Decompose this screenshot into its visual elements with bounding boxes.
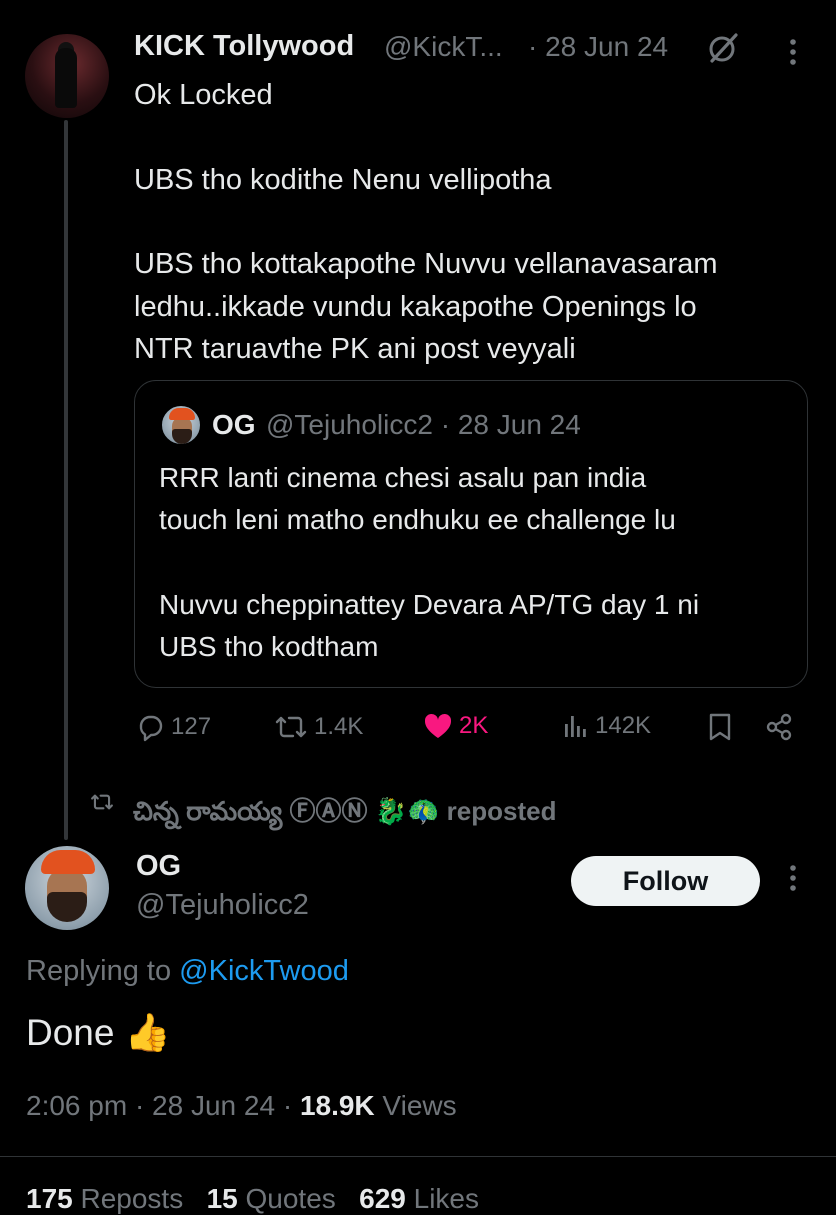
og-avatar[interactable] <box>25 846 109 930</box>
quote-line: touch leni matho endhuku ee challenge lu <box>159 504 676 535</box>
bookmark-button[interactable] <box>707 712 733 742</box>
reply-views-count: 18.9K <box>299 1090 375 1121</box>
reply-timestamp[interactable]: 2:06 pm · 28 Jun 24 · <box>26 1090 300 1121</box>
reply-author-name[interactable]: OG <box>136 850 181 883</box>
repost-button[interactable]: 1.4K <box>274 712 363 742</box>
quoted-tweet-body: RRR lanti cinema chesi asalu pan india t… <box>159 457 799 668</box>
kick-tollywood-avatar[interactable] <box>25 34 109 118</box>
reposted-by-banner[interactable]: చిన్న రామయ్య ⒻⒶⓃ 🐉🦚 reposted <box>133 791 556 833</box>
quote-line: UBS tho kodtham <box>159 631 379 662</box>
more-options-icon[interactable] <box>779 862 807 894</box>
thread-connector-line <box>64 120 68 840</box>
replying-to-line: Replying to @KickTwood <box>26 955 349 988</box>
reposts-stat[interactable]: 175 Reposts <box>26 1183 183 1214</box>
tweet-line: UBS tho kottakapothe Nuvvu vellanavasara… <box>134 248 718 280</box>
views-chart-icon <box>563 712 589 740</box>
bookmark-icon <box>707 712 733 742</box>
quoted-author-avatar <box>160 404 202 446</box>
tweet-line: NTR taruavthe PK ani post veyyali <box>134 333 576 365</box>
reply-author-handle[interactable]: @Tejuholicc2 <box>136 889 309 922</box>
replying-to-link[interactable]: @KickTwood <box>179 955 349 987</box>
likes-stat-count: 629 <box>359 1183 406 1214</box>
reply-views-label: Views <box>374 1090 457 1121</box>
follow-button[interactable]: Follow <box>571 856 760 906</box>
reposts-stat-count: 175 <box>26 1183 73 1214</box>
tweet-line: Ok Locked <box>134 79 273 111</box>
quote-line: Nuvvu cheppinattey Devara AP/TG day 1 ni <box>159 589 700 620</box>
views-button[interactable]: 142K <box>563 712 651 740</box>
replying-prefix: Replying to <box>26 955 180 987</box>
quotes-stat-label: Quotes <box>237 1183 336 1214</box>
share-icon <box>764 712 794 742</box>
heart-icon <box>423 712 453 740</box>
like-button[interactable]: 2K <box>423 712 488 740</box>
repost-indicator-icon <box>90 790 114 814</box>
quote-line: RRR lanti cinema chesi asalu pan india <box>159 462 647 493</box>
divider <box>0 1156 836 1157</box>
like-count: 2K <box>459 712 489 739</box>
tweet-date[interactable]: · 28 Jun 24 <box>528 31 668 63</box>
tweet-author-name[interactable]: KICK Tollywood <box>134 30 354 63</box>
share-button[interactable] <box>764 712 794 742</box>
views-count: 142K <box>595 712 652 739</box>
tweet-line: ledhu..ikkade vundu kakapothe Openings l… <box>134 290 697 323</box>
quotes-stat-count: 15 <box>206 1183 238 1214</box>
reply-meta: 2:06 pm · 28 Jun 24 · 18.9K Views <box>26 1090 457 1122</box>
engagement-stats: 175 Reposts 15 Quotes 629 Likes <box>26 1183 479 1215</box>
reply-count: 127 <box>171 713 212 740</box>
grok-icon[interactable] <box>706 31 740 65</box>
likes-stat[interactable]: 629 Likes <box>359 1183 479 1214</box>
repost-count: 1.4K <box>314 713 364 740</box>
quoted-author-handle-date: @Tejuholicc2 · 28 Jun 24 <box>266 409 581 440</box>
quoted-author-name: OG <box>212 409 256 440</box>
repost-icon <box>274 712 308 742</box>
tweet-author-handle[interactable]: @KickT... <box>384 31 503 63</box>
reply-icon <box>135 712 165 742</box>
reposts-stat-label: Reposts <box>72 1183 184 1214</box>
reply-body: Done 👍 <box>26 1012 171 1053</box>
likes-stat-label: Likes <box>405 1183 479 1214</box>
tweet-body: Ok Locked UBS tho kodithe Nenu vellipoth… <box>134 74 814 371</box>
reply-button[interactable]: 127 <box>135 712 211 742</box>
more-options-icon[interactable] <box>779 36 807 68</box>
quotes-stat[interactable]: 15 Quotes <box>207 1183 336 1214</box>
tweet-line: UBS tho kodithe Nenu vellipotha <box>134 163 552 196</box>
